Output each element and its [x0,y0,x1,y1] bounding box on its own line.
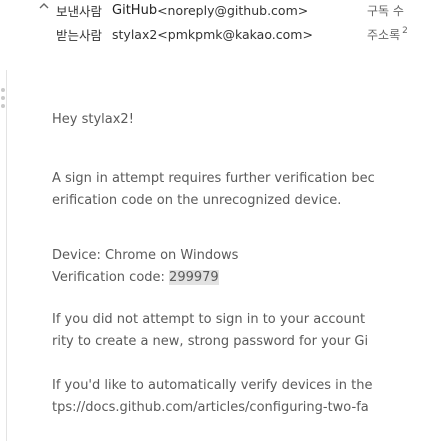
recipient-count: 2 [402,26,408,36]
auto-verify-paragraph: If you'd like to automatically verify de… [52,375,439,419]
device-info: Device: Chrome on Windows Verification c… [52,245,439,289]
auto-verify-line-1: If you'd like to automatically verify de… [52,378,373,393]
verification-line-2: erification code on the unrecognized dev… [52,193,342,208]
recipient-row: 받는사람 stylax2<pmkpmk@kakao.com> [56,24,313,44]
address-book-label: 주소록 [367,28,401,42]
code-prefix: Verification code: [52,270,170,285]
recipient-address[interactable]: stylax2<pmkpmk@kakao.com> [112,27,313,42]
security-line-1: If you did not attempt to sign in to you… [52,312,366,327]
security-line-2: rity to create a new, strong password fo… [52,334,369,349]
sender-label: 보낸사람 [56,3,103,19]
mail-viewer: 보낸사람 GitHub <noreply@github.com> 구독 수 받는… [0,0,439,441]
more-options-icon[interactable] [1,88,5,112]
left-panel-edge[interactable] [0,70,7,441]
sender-row: 보낸사람 GitHub <noreply@github.com> [56,0,308,20]
verification-paragraph: A sign in attempt requires further verif… [52,168,439,212]
verification-code-line: Verification code: 299979 [52,267,439,289]
chevron-up-icon[interactable] [38,0,50,12]
docs-link[interactable]: tps://docs.github.com/articles/configuri… [52,397,439,419]
address-book-button[interactable]: 주소록 2 [367,26,408,43]
verification-code[interactable]: 299979 [169,270,219,285]
sender-email[interactable]: <noreply@github.com> [157,3,308,18]
recipient-label: 받는사람 [56,27,103,43]
device-line: Device: Chrome on Windows [52,248,239,263]
subscribe-button[interactable]: 구독 수 [367,2,404,19]
security-paragraph: If you did not attempt to sign in to you… [52,309,439,353]
verification-line-1: A sign in attempt requires further verif… [52,171,375,186]
sender-name[interactable]: GitHub [112,3,157,18]
greeting-text: Hey stylax2! [52,112,134,127]
